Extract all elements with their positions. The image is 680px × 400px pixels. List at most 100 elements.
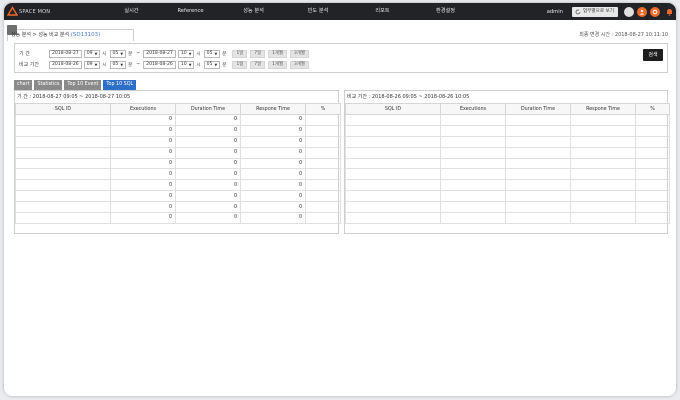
table-cell [15,179,111,192]
view-by-task-button[interactable]: 업무별으로 보기 [571,6,618,17]
compare-1day-button[interactable]: 1일 [232,60,248,69]
nav-reference[interactable]: Reference [159,3,222,20]
compare-from-date[interactable]: 2018-08-26 [49,60,82,69]
period-1day-button[interactable]: 1일 [232,49,248,58]
column-header[interactable]: % [305,103,341,115]
compare-from-min-select[interactable]: 05 ▼ [109,60,127,69]
table-row[interactable]: 000 [15,190,341,203]
table-cell [570,179,636,192]
table-cell [305,179,341,192]
table-cell [570,114,636,126]
period-to-min-select[interactable]: 05 ▼ [203,49,221,58]
person-glyph [639,9,645,15]
table-row[interactable] [345,157,670,170]
compare-to-hour-select[interactable]: 10 ▼ [177,60,195,69]
column-header[interactable]: SQL ID [345,103,441,115]
nav-settings[interactable]: 환경설정 [414,3,477,20]
compare-3month-button[interactable]: 3개월 [290,60,309,69]
compare-1month-button[interactable]: 1개월 [268,60,288,69]
nav-realtime[interactable]: 실시간 [104,3,159,20]
column-header[interactable]: Executions [440,103,506,115]
table-cell [635,146,670,159]
compare-from-hour-select[interactable]: 09 ▼ [83,60,101,69]
search-button[interactable]: 검색 [643,49,663,61]
table-row[interactable]: 000 [15,146,341,159]
top-right-controls: admin 업무별으로 보기 [547,3,674,20]
nav-report[interactable]: 리포트 [351,3,414,20]
table-cell [345,190,441,203]
period-1month-button[interactable]: 1개월 [268,49,288,58]
table-cell [305,114,341,126]
tab-chart[interactable]: chart [14,80,33,90]
table-cell [505,201,571,214]
table-row[interactable]: 000 [15,212,341,224]
table-row[interactable] [345,135,670,148]
nav-performance-analysis[interactable]: 성능 분석 [222,3,285,20]
nav-frequency-analysis[interactable]: 빈도 분석 [285,3,351,20]
main-nav: 실시간 Reference 성능 분석 빈도 분석 리포트 환경설정 [104,3,477,20]
period-from-hour-select[interactable]: 09 ▼ [83,49,101,58]
table-row[interactable] [345,212,670,224]
table-cell: 0 [110,179,176,192]
table-cell [505,146,571,159]
bell-icon[interactable] [665,7,674,17]
column-header[interactable]: % [635,103,670,115]
table-row[interactable]: 000 [15,201,341,214]
table-row[interactable] [345,114,670,126]
logo[interactable]: SPACE MON [4,3,64,20]
column-header[interactable]: Duration Time [505,103,571,115]
table-cell [440,168,506,181]
table-cell [570,146,636,159]
compare-to-min-select[interactable]: 05 ▼ [203,60,221,69]
table-row[interactable]: 000 [15,168,341,181]
table-row[interactable] [345,190,670,203]
period-3month-button[interactable]: 3개월 [290,49,309,58]
table-cell [305,168,341,181]
column-header[interactable]: Respone Time [240,103,306,115]
table-cell [345,212,441,224]
table-cell [440,157,506,170]
tab-statistics[interactable]: Statistics [34,80,63,90]
table-cell: 0 [110,114,176,126]
period-to-hour-select[interactable]: 10 ▼ [177,49,195,58]
table-cell [570,168,636,181]
table-row[interactable]: 000 [15,124,341,137]
period-from-min-select[interactable]: 05 ▼ [109,49,127,58]
table-cell: 0 [240,190,306,203]
table-cell: 0 [240,146,306,159]
period-to-date[interactable]: 2018-08-27 [143,49,176,58]
table-row[interactable]: 000 [15,179,341,192]
table-row[interactable] [345,201,670,214]
column-header[interactable]: Duration Time [175,103,241,115]
table-row[interactable] [345,179,670,192]
tab-top10-event[interactable]: Top 10 Event [64,80,102,90]
table-row[interactable]: 000 [15,157,341,170]
table-cell: 0 [175,179,241,192]
table-row[interactable] [345,124,670,137]
table-cell: 0 [175,168,241,181]
gear-icon[interactable] [650,6,660,17]
table-cell: 0 [240,157,306,170]
table-row[interactable] [345,146,670,159]
user-icon[interactable] [637,6,647,17]
table-cell [570,135,636,148]
period-7day-button[interactable]: 7일 [250,49,266,58]
table-cell [505,212,571,224]
table-cell [345,124,441,137]
column-header[interactable]: SQL ID [15,103,111,115]
last-change-time: 최종 변경 시간 : 2018-08-27 10:11:10 [579,32,668,38]
column-header[interactable]: Respone Time [570,103,636,115]
compare-to-date[interactable]: 2018-08-26 [143,60,176,69]
table-row[interactable] [345,168,670,181]
chevron-down-icon: ▼ [188,51,192,56]
table-cell [15,157,111,170]
compare-7day-button[interactable]: 7일 [250,60,266,69]
table-row[interactable]: 000 [15,135,341,148]
period-from-date[interactable]: 2018-08-27 [49,49,82,58]
table-cell [440,146,506,159]
table-row[interactable]: 000 [15,114,341,126]
column-header[interactable]: Executions [110,103,176,115]
tab-top10-sql[interactable]: Top 10 SQL [103,80,137,90]
theme-toggle-icon[interactable] [624,6,634,17]
table-cell: 0 [110,212,176,224]
